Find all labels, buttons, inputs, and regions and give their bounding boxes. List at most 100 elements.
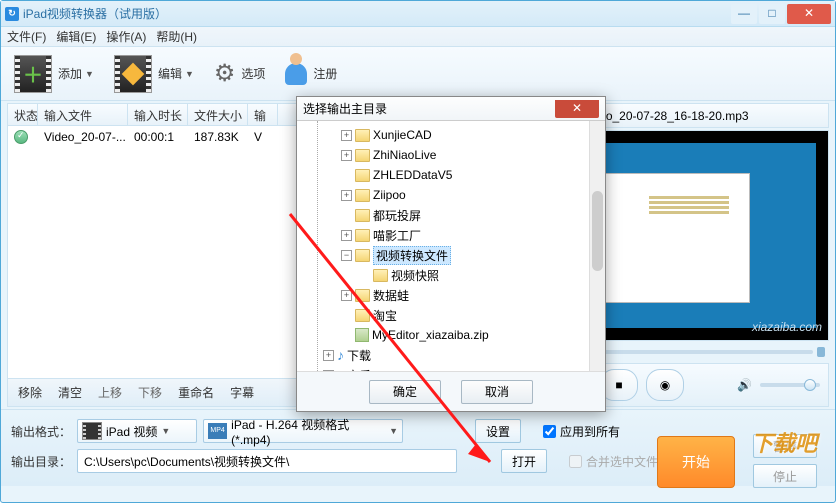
expand-toggle[interactable]: +	[341, 290, 352, 301]
volume-icon[interactable]: 🔊	[737, 378, 752, 392]
col-duration[interactable]: 输入时长	[128, 104, 188, 125]
page-watermark: 下载吧	[751, 426, 817, 458]
folder-dialog: 选择输出主目录 ✕ +XunjieCAD+ZhiNiaoLiveZHLEDDat…	[296, 96, 606, 412]
tree-label: ZhiNiaoLive	[373, 148, 436, 162]
app-icon: ↻	[5, 7, 19, 21]
tree-item[interactable]: MyEditor_xiazaiba.zip	[323, 325, 605, 345]
expand-toggle[interactable]: +	[341, 130, 352, 141]
music-icon: ♪	[337, 347, 344, 363]
start-button[interactable]: 开始	[657, 436, 735, 488]
folder-icon	[355, 229, 370, 242]
folder-icon	[355, 249, 370, 262]
expand-toggle[interactable]: +	[341, 190, 352, 201]
tree-item[interactable]: 视频快照	[323, 265, 605, 285]
tree-item[interactable]: + 数据蛙	[323, 285, 605, 305]
folder-icon	[355, 289, 370, 302]
format-combo[interactable]: MP4 iPad - H.264 视频格式 (*.mp4)▼	[203, 419, 403, 443]
folder-tree[interactable]: +XunjieCAD+ZhiNiaoLiveZHLEDDataV5+Ziipoo…	[297, 121, 605, 371]
apply-all-checkbox[interactable]: 应用到所有	[543, 423, 620, 440]
preview-filename: Video_20-07-28_16-18-20.mp3	[582, 109, 749, 123]
outdir-label: 输出目录：	[11, 453, 71, 470]
tree-item[interactable]: +♪音乐	[323, 365, 605, 371]
menu-action[interactable]: 操作(A)	[106, 28, 146, 45]
cell-out: V	[248, 128, 278, 146]
menubar: 文件(F) 编辑(E) 操作(A) 帮助(H)	[1, 27, 835, 47]
tree-item[interactable]: ZHLEDDataV5	[323, 165, 605, 185]
minimize-button[interactable]: —	[731, 4, 757, 24]
person-icon	[285, 63, 307, 85]
tree-label: 数据蛙	[373, 287, 409, 304]
col-out[interactable]: 输	[248, 104, 278, 125]
category-combo[interactable]: iPad 视频▼	[77, 419, 197, 443]
tree-item[interactable]: 淘宝	[323, 305, 605, 325]
menu-file[interactable]: 文件(F)	[7, 28, 46, 45]
remove-button[interactable]: 移除	[14, 382, 46, 403]
tree-item[interactable]: + ZhiNiaoLive	[323, 145, 605, 165]
tree-item[interactable]: +Ziipoo	[323, 185, 605, 205]
expand-toggle[interactable]: +	[323, 350, 334, 361]
stop-icon: ■	[615, 378, 622, 392]
col-file[interactable]: 输入文件	[38, 104, 128, 125]
moveup-button[interactable]: 上移	[94, 382, 126, 403]
open-button[interactable]: 打开	[501, 449, 547, 473]
options-button[interactable]: ⚙ 选项	[207, 52, 279, 96]
maximize-button[interactable]: □	[759, 4, 785, 24]
dialog-scrollbar[interactable]	[589, 121, 605, 371]
rename-button[interactable]: 重命名	[174, 382, 218, 403]
ok-button[interactable]: 确定	[369, 380, 441, 404]
toolbar: ＋ 添加▼ 编辑▼ ⚙ 选项 注册	[1, 47, 835, 101]
expand-toggle[interactable]: +	[323, 370, 334, 372]
tree-label: ZHLEDDataV5	[373, 168, 452, 182]
folder-icon	[355, 209, 370, 222]
folder-icon	[355, 309, 370, 322]
expand-toggle[interactable]: −	[341, 250, 352, 261]
expand-toggle[interactable]: +	[341, 230, 352, 241]
col-status[interactable]: 状态	[8, 104, 38, 125]
tree-label: MyEditor_xiazaiba.zip	[372, 328, 489, 342]
add-button[interactable]: ＋ 添加▼	[7, 52, 107, 96]
tree-item[interactable]: −视频转换文件	[323, 245, 605, 265]
mp4-icon: MP4	[208, 423, 227, 439]
folder-icon	[355, 189, 370, 202]
chevron-down-icon: ▼	[85, 69, 94, 79]
tree-item[interactable]: +♪下载	[323, 345, 605, 365]
subtitle-button[interactable]: 字幕	[226, 382, 258, 403]
pencil-icon	[122, 62, 145, 85]
menu-help[interactable]: 帮助(H)	[156, 28, 197, 45]
titlebar[interactable]: ↻ iPad视频转换器（试用版） — □ ✕	[1, 1, 835, 27]
dialog-close-button[interactable]: ✕	[555, 100, 599, 118]
bottom-bar: 输出格式： iPad 视频▼ MP4 iPad - H.264 视频格式 (*.…	[1, 409, 835, 486]
tree-label: 淘宝	[373, 307, 397, 324]
col-size[interactable]: 文件大小	[188, 104, 248, 125]
cancel-button[interactable]: 取消	[461, 380, 533, 404]
settings-button[interactable]: 设置	[475, 419, 521, 443]
tree-item[interactable]: 都玩投屏	[323, 205, 605, 225]
chevron-down-icon: ▼	[185, 69, 194, 79]
tree-label: 视频快照	[391, 267, 439, 284]
volume-thumb[interactable]	[804, 379, 816, 391]
zip-icon	[355, 328, 369, 342]
close-button[interactable]: ✕	[787, 4, 831, 24]
register-button[interactable]: 注册	[278, 52, 350, 96]
clear-button[interactable]: 清空	[54, 382, 86, 403]
film-icon	[82, 422, 102, 440]
gear-icon: ⚙	[214, 59, 236, 88]
folder-icon	[355, 149, 370, 162]
tree-label: 下载	[347, 347, 371, 364]
menu-edit[interactable]: 编辑(E)	[56, 28, 96, 45]
window-title: iPad视频转换器（试用版）	[23, 5, 729, 22]
edit-button[interactable]: 编辑▼	[107, 52, 207, 96]
scrollbar-thumb[interactable]	[592, 191, 603, 271]
expand-toggle[interactable]: +	[341, 150, 352, 161]
tree-item[interactable]: +喵影工厂	[323, 225, 605, 245]
movedown-button[interactable]: 下移	[134, 382, 166, 403]
merge-checkbox: 合并选中文件	[569, 453, 658, 470]
outdir-input[interactable]: C:\Users\pc\Documents\视频转换文件\	[77, 449, 457, 473]
snapshot-button[interactable]: ◉	[646, 369, 684, 401]
camera-icon: ◉	[660, 378, 670, 392]
folder-icon	[373, 269, 388, 282]
dialog-titlebar[interactable]: 选择输出主目录 ✕	[297, 97, 605, 121]
tree-item[interactable]: +XunjieCAD	[323, 125, 605, 145]
stop-bottom-button[interactable]: 停止	[753, 464, 817, 488]
tree-label: 音乐	[347, 367, 371, 372]
